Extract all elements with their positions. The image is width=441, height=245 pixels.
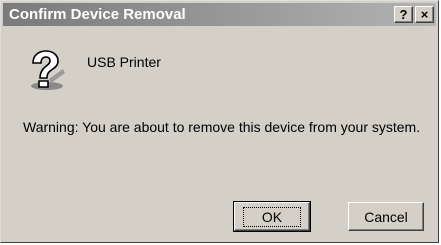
title-bar[interactable]: Confirm Device Removal ? × bbox=[3, 3, 436, 26]
close-button[interactable]: × bbox=[415, 6, 434, 23]
question-mark-icon bbox=[23, 49, 67, 91]
dialog-title: Confirm Device Removal bbox=[9, 6, 186, 23]
cancel-button-label: Cancel bbox=[364, 208, 408, 225]
cancel-button[interactable]: Cancel bbox=[348, 202, 424, 231]
confirm-device-removal-dialog: Confirm Device Removal ? × USB Printer W… bbox=[0, 0, 439, 243]
device-name: USB Printer bbox=[87, 54, 161, 70]
help-button[interactable]: ? bbox=[394, 6, 413, 23]
ok-button[interactable]: OK bbox=[233, 201, 311, 232]
ok-button-label: OK bbox=[242, 206, 302, 227]
warning-message: Warning: You are about to remove this de… bbox=[23, 119, 421, 135]
